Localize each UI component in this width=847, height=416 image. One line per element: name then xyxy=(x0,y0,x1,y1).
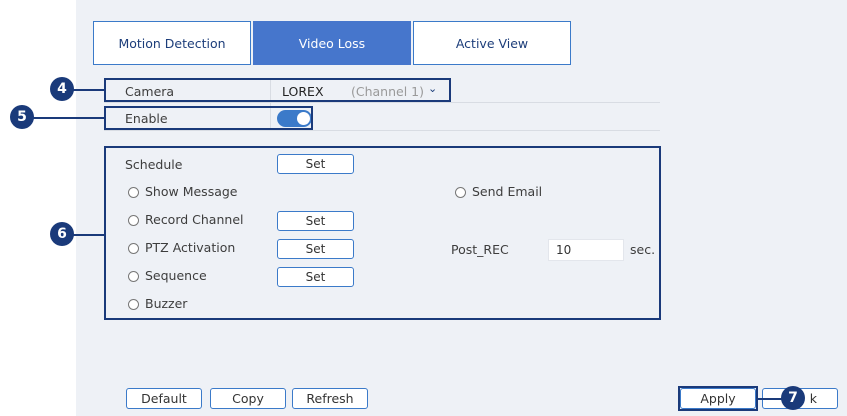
row-divider xyxy=(104,102,660,103)
tab-video-loss[interactable]: Video Loss xyxy=(253,21,411,65)
callout-leader-line xyxy=(758,398,782,400)
default-button[interactable]: Default xyxy=(126,388,202,409)
callout-marker-7: 7 xyxy=(781,386,805,410)
options-callout-box xyxy=(104,146,661,320)
callout-marker-5: 5 xyxy=(10,105,34,129)
apply-callout-box xyxy=(678,386,758,411)
tab-motion-detection[interactable]: Motion Detection xyxy=(93,21,251,65)
row-divider xyxy=(104,130,660,131)
copy-button[interactable]: Copy xyxy=(210,388,286,409)
tab-active-view[interactable]: Active View xyxy=(413,21,571,65)
callout-leader-line xyxy=(30,117,104,119)
enable-callout-box xyxy=(104,106,313,130)
refresh-button[interactable]: Refresh xyxy=(292,388,368,409)
callout-leader-line xyxy=(70,234,104,236)
callout-marker-4: 4 xyxy=(50,77,74,101)
callout-leader-line xyxy=(70,89,104,91)
camera-callout-box xyxy=(104,78,451,102)
callout-marker-6: 6 xyxy=(50,222,74,246)
